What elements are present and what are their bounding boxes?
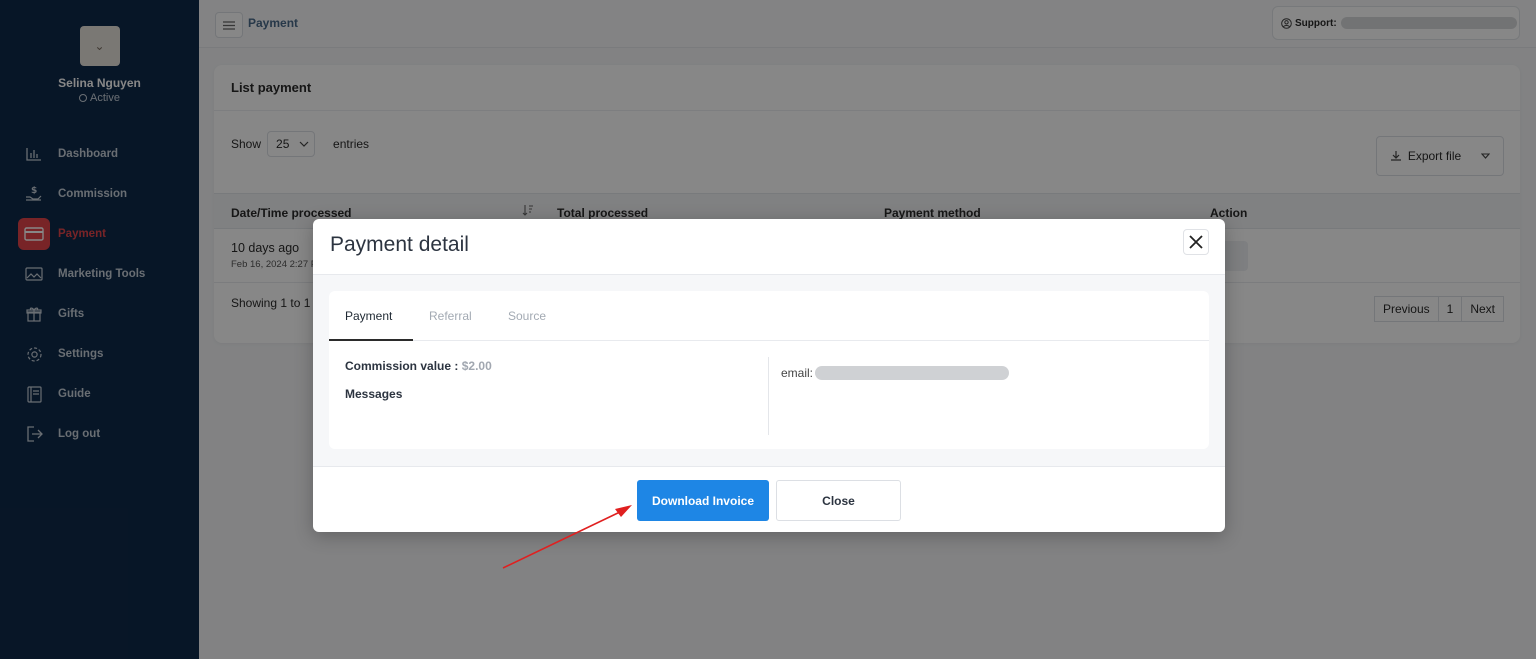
column-divider — [768, 357, 769, 435]
detail-panel: Payment Referral Source Commission value… — [329, 291, 1209, 449]
payment-detail-modal: Payment detail Payment Referral Source C… — [313, 219, 1225, 532]
tab-payment[interactable]: Payment — [345, 309, 392, 323]
modal-header: Payment detail — [313, 219, 1225, 275]
detail-tabs: Payment Referral Source — [329, 291, 1209, 341]
close-icon — [1189, 235, 1203, 249]
tab-source[interactable]: Source — [508, 309, 546, 323]
tab-referral[interactable]: Referral — [429, 309, 472, 323]
modal-title: Payment detail — [330, 233, 469, 256]
commission-row: Commission value : $2.00 — [345, 359, 492, 373]
messages-label: Messages — [345, 387, 403, 401]
modal-footer: Download Invoice Close — [313, 466, 1225, 532]
modal-close-button[interactable] — [1183, 229, 1209, 255]
email-redacted — [815, 366, 1010, 380]
commission-value: $2.00 — [461, 359, 492, 373]
payment-info: Commission value : $2.00 Messages — [345, 359, 492, 401]
download-invoice-button[interactable]: Download Invoice — [637, 480, 769, 521]
close-button[interactable]: Close — [776, 480, 901, 521]
commission-label: Commission value : — [345, 359, 459, 373]
active-tab-indicator — [329, 339, 413, 341]
email-row: email: — [781, 366, 1010, 380]
modal-body: Payment Referral Source Commission value… — [313, 275, 1225, 466]
email-label: email: — [781, 366, 814, 380]
